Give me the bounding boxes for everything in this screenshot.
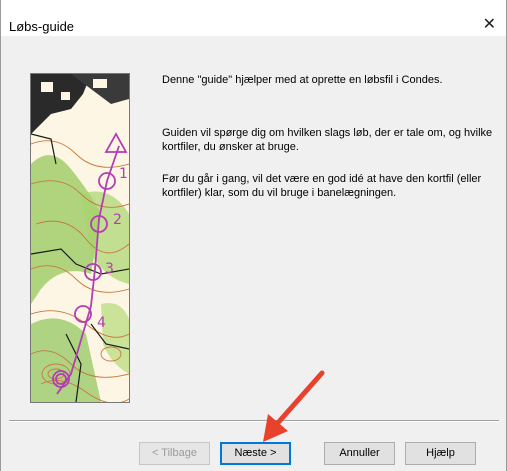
pointer-arrow-icon: [263, 370, 325, 442]
dialog-window: Løbs-guide ✕ 1 2 3 4 Denne "guide" hjælp…: [0, 0, 507, 471]
